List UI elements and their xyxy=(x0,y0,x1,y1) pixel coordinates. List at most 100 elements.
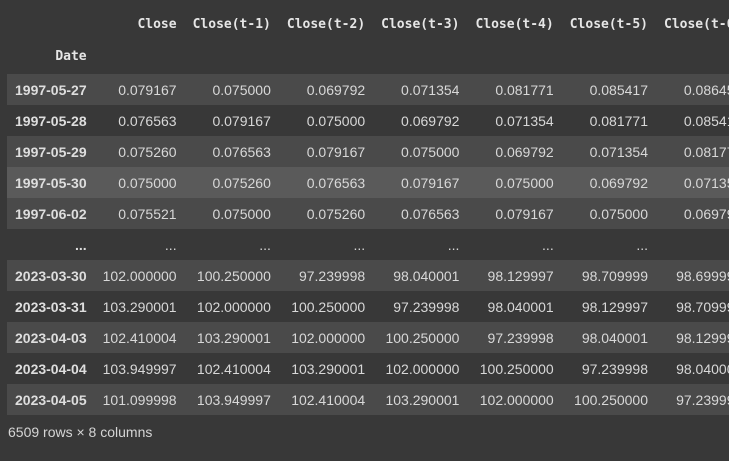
table-cell: ... xyxy=(636,236,648,253)
table-row: 2023-03-31 103.290001 102.000000 100.250000… xyxy=(7,291,729,322)
table-cell: 98.040001 xyxy=(581,329,648,346)
table-cell: 0.075000 xyxy=(118,174,177,191)
table-cell: 103.290001 xyxy=(102,298,177,315)
table-cell: 97.239998 xyxy=(298,267,366,284)
table-cell: 100.250000 xyxy=(385,329,460,346)
table-cell: 0.069792 xyxy=(589,174,648,191)
table-cell: ... xyxy=(164,236,177,253)
table-cell: ... xyxy=(259,236,271,253)
table-cell: 100.250000 xyxy=(291,298,366,315)
table-cell: 103.290001 xyxy=(385,391,460,408)
table-header: Close Close(t-1) Close(t-2) Close(t-3) C… xyxy=(7,10,729,74)
table-cell: 0.075521 xyxy=(118,205,177,222)
table-cell: 102.000000 xyxy=(385,360,460,377)
index-name: Date xyxy=(55,48,87,64)
table-cell: 0.086458 xyxy=(683,81,729,98)
table-cell: 0.085417 xyxy=(589,81,648,98)
table-row: 2023-04-03 102.410004 103.290001 102.000000… xyxy=(7,322,729,353)
table-cell: 0.071354 xyxy=(401,81,460,98)
table-cell: 102.410004 xyxy=(102,329,177,346)
table-cell: ... xyxy=(542,236,554,253)
row-index-date: 2023-03-31 xyxy=(15,298,87,315)
dataframe-output: Close Close(t-1) Close(t-2) Close(t-3) C… xyxy=(0,0,729,461)
table-row: 1997-06-02 0.075521 0.075000 0.075260 0.0765… xyxy=(7,198,729,229)
row-index-date: 2023-03-30 xyxy=(15,267,87,284)
column-header: Close(t-2) xyxy=(286,16,366,32)
table-cell: 0.081771 xyxy=(683,143,729,160)
table-cell: 0.085417 xyxy=(683,112,729,129)
dataframe-table: Close Close(t-1) Close(t-2) Close(t-3) C… xyxy=(7,10,729,415)
table-row: 2023-04-05 101.099998 103.949997 102.410004… xyxy=(7,384,729,415)
table-cell: 0.075260 xyxy=(212,174,271,191)
table-row: 1997-05-27 0.079167 0.075000 0.069792 0.0713… xyxy=(7,74,729,105)
table-cell: 0.075000 xyxy=(495,174,554,191)
table-cell: 0.069792 xyxy=(683,205,729,222)
table-cell: 102.410004 xyxy=(196,360,271,377)
table-cell: 0.079167 xyxy=(401,174,460,191)
table-cell: 98.709999 xyxy=(676,298,729,315)
table-cell: 97.239998 xyxy=(581,360,648,377)
table-cell: 103.949997 xyxy=(196,391,271,408)
table-cell: 0.071354 xyxy=(495,112,554,129)
table-cell: 0.081771 xyxy=(589,112,648,129)
table-cell: 98.129997 xyxy=(581,298,648,315)
column-header: Close(t-6) xyxy=(664,16,729,32)
table-cell: 98.129997 xyxy=(676,329,729,346)
table-cell: 0.075000 xyxy=(212,205,271,222)
table-cell: 103.949997 xyxy=(102,360,177,377)
table-row: 1997-05-29 0.075260 0.076563 0.079167 0.0750… xyxy=(7,136,729,167)
table-cell: 0.076563 xyxy=(118,112,177,129)
row-index-date: 2023-04-04 xyxy=(15,360,87,377)
table-cell: 100.250000 xyxy=(196,267,271,284)
table-cell: 100.250000 xyxy=(479,360,554,377)
table-cell: 98.040001 xyxy=(487,298,554,315)
column-header: Close(t-3) xyxy=(381,16,460,32)
row-index-date: 2023-04-05 xyxy=(15,391,87,408)
table-cell: 103.290001 xyxy=(196,329,271,346)
table-cell: 103.290001 xyxy=(291,360,366,377)
table-row: 1997-05-30 0.075000 0.075260 0.076563 0.0791… xyxy=(7,167,729,198)
corner-cell xyxy=(7,10,95,38)
table-cell: 101.099998 xyxy=(102,391,177,408)
table-cell: 102.000000 xyxy=(291,329,366,346)
table-cell: ... xyxy=(447,236,460,253)
table-cell: 0.076563 xyxy=(306,174,366,191)
table-cell: 0.079167 xyxy=(212,112,271,129)
table-cell: 0.075260 xyxy=(306,205,366,222)
table-row: 2023-04-04 103.949997 102.410004 103.290001… xyxy=(7,353,729,384)
table-body: 1997-05-27 0.079167 0.075000 0.069792 0.0713… xyxy=(7,74,729,415)
row-index-date: 1997-05-28 xyxy=(15,112,87,129)
table-cell: 102.000000 xyxy=(479,391,554,408)
table-cell: 0.076563 xyxy=(212,143,271,160)
table-cell: 98.709999 xyxy=(581,267,648,284)
table-cell: 0.075000 xyxy=(306,112,366,129)
table-cell: 0.075000 xyxy=(401,143,460,160)
row-index-date: 1997-06-02 xyxy=(15,205,87,222)
column-header-row: Close Close(t-1) Close(t-2) Close(t-3) C… xyxy=(7,10,729,38)
row-index-date: ... xyxy=(74,236,87,253)
table-row: ........................ xyxy=(7,229,729,260)
table-row: 2023-03-30 102.000000 100.250000 97.239998 9… xyxy=(7,260,729,291)
table-cell: 98.129997 xyxy=(487,267,554,284)
row-index-date: 2023-04-03 xyxy=(15,329,87,346)
table-cell: 0.069792 xyxy=(401,112,460,129)
table-cell: 98.699997 xyxy=(676,267,729,284)
table-cell: ... xyxy=(353,236,366,253)
column-header: Close(t-4) xyxy=(475,16,554,32)
table-cell: 102.000000 xyxy=(196,298,271,315)
table-cell: ... xyxy=(656,229,729,260)
table-cell: 97.239998 xyxy=(676,391,729,408)
table-cell: 0.076563 xyxy=(401,205,460,222)
table-cell: 98.040001 xyxy=(676,360,729,377)
table-cell: 102.410004 xyxy=(291,391,366,408)
column-header: Close(t-1) xyxy=(192,16,271,32)
table-cell: 100.250000 xyxy=(574,391,648,408)
table-cell: 0.075000 xyxy=(212,81,271,98)
table-cell: 97.239998 xyxy=(487,329,554,346)
table-cell: 0.069792 xyxy=(306,81,366,98)
table-cell: 0.075260 xyxy=(118,143,177,160)
table-cell: 0.071354 xyxy=(589,143,648,160)
table-cell: 0.079167 xyxy=(118,81,177,98)
table-row: 1997-05-28 0.076563 0.079167 0.075000 0.0697… xyxy=(7,105,729,136)
shape-summary: 6509 rows × 8 columns xyxy=(8,424,153,440)
